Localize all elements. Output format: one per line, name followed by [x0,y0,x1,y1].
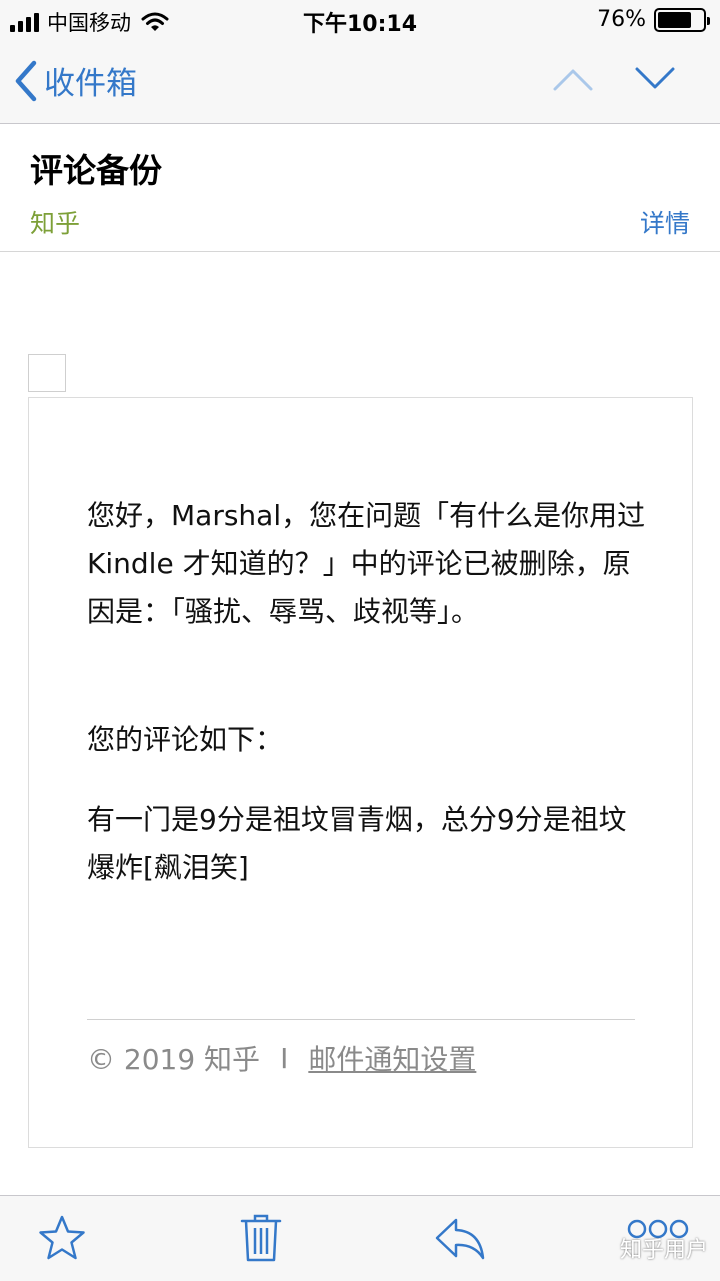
mail-paragraph-notice: 您好，Marshal，您在问题「有什么是你用过 Kindle 才知道的？」中的评… [87,499,646,628]
mail-settings-link[interactable]: 邮件通知设置 [308,1038,476,1078]
details-button[interactable]: 详情 [640,204,690,240]
mail-footer: © 2019 知乎 I 邮件通知设置 [87,1038,476,1078]
footer-copyright: © 2019 知乎 [87,1043,261,1076]
battery-fill [658,11,691,28]
chevron-up-icon[interactable] [552,66,594,92]
status-bar: 中国移动 下午10:14 76% [0,0,720,40]
broken-image-placeholder [28,354,66,392]
reply-icon[interactable] [434,1214,486,1262]
nav-arrows [552,66,676,92]
chevron-down-icon[interactable] [634,66,676,92]
chevron-left-icon [15,60,37,101]
status-right: 76% [597,7,710,32]
battery-percent: 76% [597,7,646,32]
footer-separator: I [280,1041,289,1075]
watermark: 知乎用户 [619,1238,708,1263]
mail-header: 评论备份 知乎 详情 [0,124,720,252]
mail-subject: 评论备份 [30,151,162,190]
star-icon[interactable] [38,1214,86,1262]
battery-icon [654,7,710,32]
mail-content-card: 您好，Marshal，您在问题「有什么是你用过 Kindle 才知道的？」中的评… [28,397,693,1148]
back-button[interactable]: 收件箱 [14,58,137,103]
mail-paragraph-intro: 您的评论如下： [87,723,284,756]
back-label: 收件箱 [44,66,137,102]
nav-bar: 收件箱 [0,40,720,124]
bottom-toolbar [0,1195,720,1281]
trash-icon[interactable] [240,1214,282,1262]
mail-sender[interactable]: 知乎 [30,204,80,240]
footer-divider [87,1019,635,1020]
mail-paragraph-comment: 有一门是9分是祖坟冒青烟，总分9分是祖坟爆炸[飙泪笑] [87,803,627,884]
